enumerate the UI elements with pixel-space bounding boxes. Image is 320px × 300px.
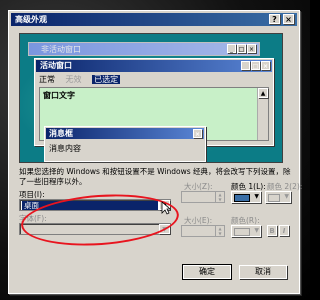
- close-button[interactable]: ×: [283, 14, 294, 24]
- menu-disabled[interactable]: 无效: [66, 75, 82, 84]
- chevron-down-icon: ▼: [284, 193, 289, 200]
- help-button[interactable]: ?: [269, 14, 280, 24]
- inactive-window-controls: _ □ ×: [227, 44, 257, 54]
- size2-spinner[interactable]: ▲ ▼: [181, 225, 225, 237]
- font-color-button[interactable]: ▼: [231, 225, 261, 237]
- font-color-swatch: [234, 228, 250, 236]
- mouse-cursor-icon: [161, 201, 171, 215]
- dialog-title: 高级外观: [15, 15, 47, 24]
- menu-selected[interactable]: 已选定: [92, 75, 121, 84]
- window-text: 窗口文字: [43, 91, 75, 100]
- active-window-title: 活动窗口: [40, 61, 72, 70]
- spinner-arrows-icon[interactable]: ▲ ▼: [215, 192, 224, 202]
- appearance-preview[interactable]: 非活动窗口 _ □ × 活动窗口 _ □ × 正常 无效 已选定 窗口文字 ▲ …: [19, 33, 283, 163]
- close-icon: ×: [261, 61, 270, 70]
- size-spinner[interactable]: ▲ ▼: [181, 191, 225, 203]
- color1-swatch: [234, 194, 250, 202]
- scroll-up-icon[interactable]: ▲: [258, 88, 268, 98]
- advanced-appearance-dialog: 高级外观 ? × 非活动窗口 _ □ × 活动窗口 _ □ × 正常 无效 已选…: [8, 10, 302, 294]
- bold-button[interactable]: B: [267, 225, 277, 236]
- message-text: 消息内容: [49, 144, 81, 153]
- cancel-button[interactable]: 取消: [239, 265, 287, 279]
- close-icon: ×: [193, 129, 202, 138]
- active-window-titlebar: 活动窗口 _ □ ×: [36, 60, 272, 72]
- chevron-down-icon: ▼: [254, 193, 259, 200]
- ok-button[interactable]: 确定: [182, 264, 232, 280]
- close-icon: ×: [247, 44, 256, 53]
- dialog-titlebar: 高级外观 ? ×: [11, 13, 297, 26]
- color2-swatch: [268, 194, 280, 202]
- spinner-arrows-icon[interactable]: ▲ ▼: [215, 226, 224, 236]
- scrollbar[interactable]: ▲: [257, 88, 268, 140]
- italic-button[interactable]: I: [279, 225, 289, 236]
- message-box-title: 消息框: [49, 129, 73, 138]
- color2-button[interactable]: ▼: [265, 191, 291, 203]
- preview-message-box[interactable]: 消息框 × 消息内容: [44, 126, 206, 162]
- inactive-window-title: 非活动窗口: [41, 45, 81, 54]
- preview-inactive-window[interactable]: 非活动窗口 _ □ ×: [28, 42, 260, 56]
- color1-button[interactable]: ▼: [231, 191, 261, 203]
- message-box-titlebar: 消息框 ×: [46, 128, 204, 139]
- menu-normal[interactable]: 正常: [39, 75, 55, 84]
- maximize-icon: □: [251, 61, 260, 70]
- maximize-icon: □: [237, 44, 246, 53]
- minimize-icon: _: [241, 61, 250, 70]
- minimize-icon: _: [227, 44, 236, 53]
- preview-menubar: 正常 无效 已选定: [39, 74, 128, 85]
- chevron-down-icon: ▼: [254, 227, 259, 234]
